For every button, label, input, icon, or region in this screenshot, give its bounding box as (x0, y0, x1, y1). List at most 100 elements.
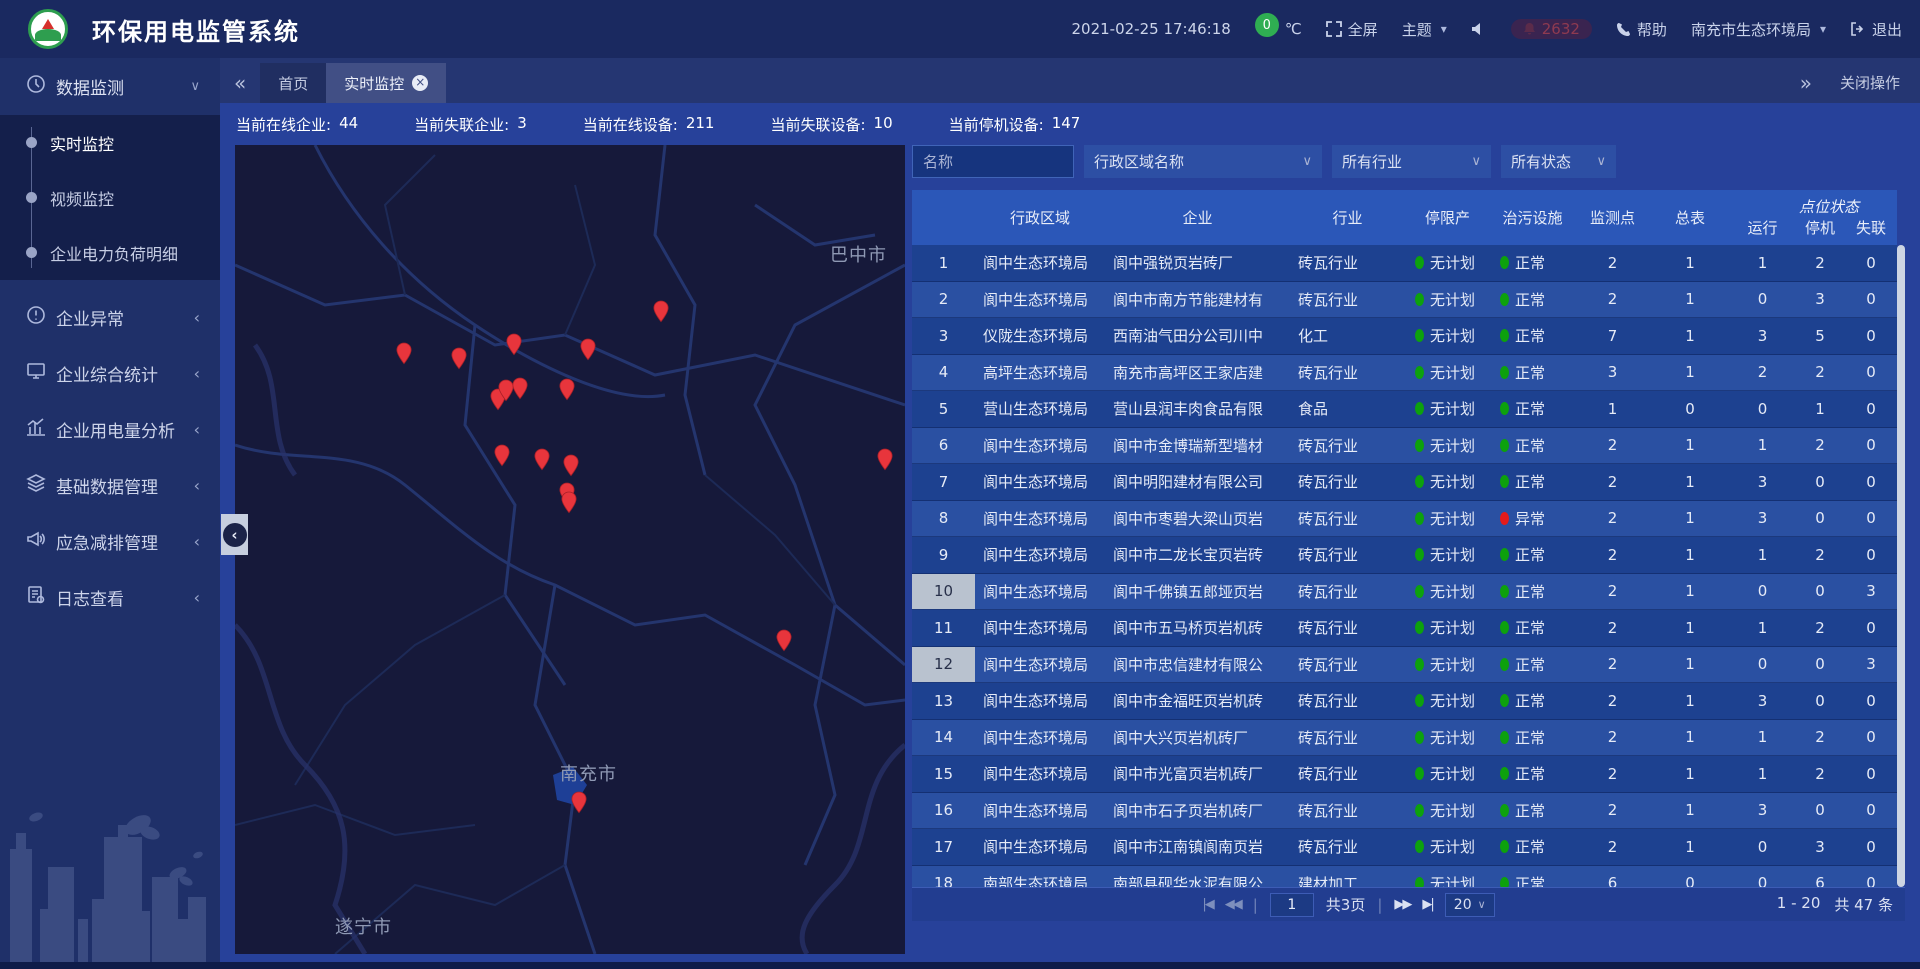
tabs-scroll-left-button[interactable]: « (220, 71, 260, 103)
next-page-button[interactable]: ▶▶ (1394, 897, 1410, 912)
page-number-input[interactable] (1270, 893, 1314, 917)
row-lost-count: 0 (1845, 537, 1897, 573)
row-lost-count: 0 (1845, 756, 1897, 792)
help-button[interactable]: 帮助 (1616, 19, 1667, 40)
industry-select[interactable]: 所有行业∨ (1332, 145, 1491, 178)
name-search-input[interactable] (912, 145, 1074, 178)
table-scrollbar[interactable] (1897, 245, 1905, 887)
table-row[interactable]: 4 高坪生态环境局 南充市高坪区王家店建 砖瓦行业 无计划 正常 3 (912, 355, 1897, 392)
tab-home[interactable]: 首页 (260, 63, 326, 103)
map-pin-icon[interactable] (570, 791, 589, 818)
submenu-item[interactable]: 视频监控 (0, 170, 220, 225)
table-row[interactable]: 9 阆中生态环境局 阆中市二龙长宝页岩砖 砖瓦行业 无计划 正常 2 (912, 537, 1897, 574)
row-monitor-points: 2 (1575, 245, 1650, 281)
row-halt-count: 0 (1795, 501, 1845, 537)
map-collapse-handle[interactable]: ‹ (221, 514, 248, 555)
sidebar-item-emergency-reduction[interactable]: 应急减排管理 ‹ (0, 513, 220, 569)
fullscreen-button[interactable]: 全屏 (1326, 19, 1378, 40)
tab-close-icon[interactable]: × (412, 75, 428, 91)
row-lost-count: 0 (1845, 501, 1897, 537)
sidebar-item-electricity-analysis[interactable]: 企业用电量分析 ‹ (0, 401, 220, 457)
map-pin-icon[interactable] (533, 448, 552, 475)
row-region: 阆中生态环境局 (975, 282, 1105, 318)
region-select[interactable]: 行政区域名称∨ (1084, 145, 1322, 178)
row-index: 6 (912, 428, 975, 464)
table-row[interactable]: 11 阆中生态环境局 阆中市五马桥页岩机砖 砖瓦行业 无计划 正常 2 (912, 610, 1897, 647)
table-row[interactable]: 5 营山生态环境局 营山县润丰肉食品有限 食品 无计划 正常 1 (912, 391, 1897, 428)
map-pin-icon[interactable] (558, 378, 577, 405)
row-total-meter: 1 (1650, 647, 1730, 683)
sidebar-item-enterprise-abnormal[interactable]: 企业异常 ‹ (0, 289, 220, 345)
table-row[interactable]: 12 阆中生态环境局 阆中市忠信建材有限公 砖瓦行业 无计划 正常 2 (912, 647, 1897, 684)
row-halt-count: 0 (1795, 793, 1845, 829)
row-halt-count: 2 (1795, 245, 1845, 281)
table-row[interactable]: 1 阆中生态环境局 阆中强锐页岩砖厂 砖瓦行业 无计划 正常 2 (912, 245, 1897, 282)
table-row[interactable]: 6 阆中生态环境局 阆中市金博瑞新型墙材 砖瓦行业 无计划 正常 2 (912, 428, 1897, 465)
tabs-scroll-right-button[interactable]: » (1786, 71, 1826, 103)
table-row[interactable]: 3 仪陇生态环境局 西南油气田分公司川中 化工 无计划 正常 7 (912, 318, 1897, 355)
row-halt-count: 3 (1795, 282, 1845, 318)
submenu-item[interactable]: 企业电力负荷明细 (0, 225, 220, 280)
map-pin-icon[interactable] (511, 377, 530, 404)
table-row[interactable]: 2 阆中生态环境局 阆中市南方节能建材有 砖瓦行业 无计划 正常 2 (912, 282, 1897, 319)
row-pollution-status: 正常 (1490, 428, 1575, 464)
row-company: 阆中市五马桥页岩机砖 (1105, 610, 1290, 646)
map-pin-icon[interactable] (395, 342, 414, 369)
table-row[interactable]: 15 阆中生态环境局 阆中市光富页岩机砖厂 砖瓦行业 无计划 正常 2 (912, 756, 1897, 793)
close-operations-button[interactable]: 关闭操作 (1840, 72, 1920, 103)
table-row[interactable]: 7 阆中生态环境局 阆中明阳建材有限公司 砖瓦行业 无计划 正常 2 (912, 464, 1897, 501)
sidebar-item-enterprise-statistics[interactable]: 企业综合统计 ‹ (0, 345, 220, 401)
row-lost-count: 0 (1845, 391, 1897, 427)
row-run-count: 2 (1730, 355, 1795, 391)
submenu-item[interactable]: 实时监控 (0, 115, 220, 170)
map-pin-icon[interactable] (579, 338, 598, 365)
temperature-unit: ℃ (1285, 20, 1302, 38)
row-region: 营山生态环境局 (975, 391, 1105, 427)
table-row[interactable]: 13 阆中生态环境局 阆中市金福旺页岩机砖 砖瓦行业 无计划 正常 2 (912, 683, 1897, 720)
user-menu[interactable]: 南充市生态环境局 (1691, 19, 1826, 40)
map-pin-icon[interactable] (876, 448, 895, 475)
row-region: 高坪生态环境局 (975, 355, 1105, 391)
map-pin-icon[interactable] (505, 333, 524, 360)
prev-page-button[interactable]: ◀◀ (1225, 897, 1241, 912)
notification-badge[interactable]: 2632 (1511, 19, 1592, 39)
map-pin-icon[interactable] (560, 491, 579, 518)
map-pin-icon[interactable] (652, 300, 671, 327)
sidebar-item-base-data[interactable]: 基础数据管理 ‹ (0, 457, 220, 513)
page-size-select[interactable]: 20∨ (1445, 893, 1495, 917)
map-pin-icon[interactable] (450, 347, 469, 374)
row-pollution-status: 正常 (1490, 756, 1575, 792)
map-pin-icon[interactable] (493, 444, 512, 471)
sidebar-item-log-view[interactable]: 日志查看 ‹ (0, 569, 220, 625)
theme-dropdown[interactable]: 主题 (1402, 19, 1447, 40)
row-run-count: 1 (1730, 756, 1795, 792)
user-name: 南充市生态环境局 (1691, 19, 1811, 40)
status-dot-icon (1415, 256, 1424, 269)
row-industry: 建材加工 (1290, 866, 1405, 888)
row-halt-count: 2 (1795, 756, 1845, 792)
table-row[interactable]: 18 南部生态环境局 南部县砚华水泥有限公 建材加工 无计划 正常 6 (912, 866, 1897, 888)
map-pin-icon[interactable] (775, 629, 794, 656)
table-row[interactable]: 17 阆中生态环境局 阆中市江南镇阆南页岩 砖瓦行业 无计划 正常 2 (912, 829, 1897, 866)
row-index: 1 (912, 245, 975, 281)
layers-icon (26, 473, 46, 498)
mute-button[interactable] (1471, 22, 1487, 36)
document-gear-icon (26, 585, 46, 610)
table-row[interactable]: 16 阆中生态环境局 阆中市石子页岩机砖厂 砖瓦行业 无计划 正常 2 (912, 793, 1897, 830)
map-pin-icon[interactable] (562, 454, 581, 481)
col-industry: 行业 (1290, 190, 1405, 245)
status-dot-icon (1415, 512, 1424, 525)
row-company: 阆中市光富页岩机砖厂 (1105, 756, 1290, 792)
table-row[interactable]: 14 阆中生态环境局 阆中大兴页岩机砖厂 砖瓦行业 无计划 正常 2 (912, 720, 1897, 757)
table-row[interactable]: 10 阆中生态环境局 阆中千佛镇五郎垭页岩 砖瓦行业 无计划 正常 2 (912, 574, 1897, 611)
last-page-button[interactable]: ▶| (1422, 897, 1432, 912)
table-row[interactable]: 8 阆中生态环境局 阆中市枣碧大梁山页岩 砖瓦行业 无计划 异常 2 (912, 501, 1897, 538)
logout-button[interactable]: 退出 (1850, 19, 1902, 40)
sidebar-group-data-monitoring[interactable]: 数据监测 ∨ (0, 58, 220, 115)
row-run-count: 3 (1730, 683, 1795, 719)
status-select[interactable]: 所有状态∨ (1501, 145, 1616, 178)
row-company: 南部县砚华水泥有限公 (1105, 866, 1290, 888)
tab-realtime-monitoring[interactable]: 实时监控 × (326, 63, 446, 103)
row-region: 阆中生态环境局 (975, 428, 1105, 464)
first-page-button[interactable]: |◀ (1202, 897, 1212, 912)
